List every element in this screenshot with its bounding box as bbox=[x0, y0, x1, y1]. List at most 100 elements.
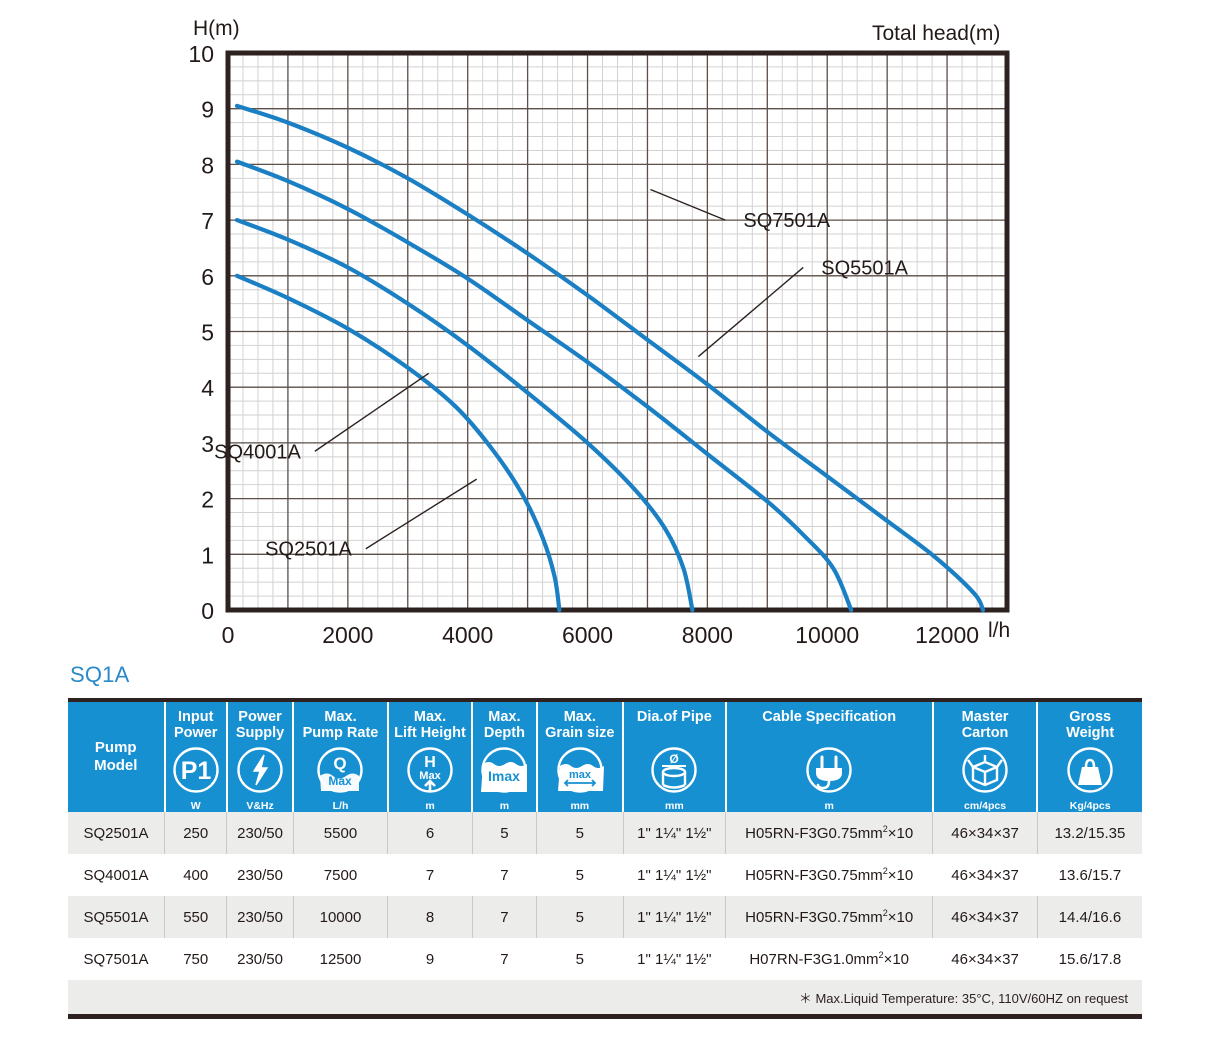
header-text: Max. Depth bbox=[473, 702, 535, 745]
q-max-flow-icon: Q Max bbox=[294, 745, 387, 802]
cell-max-lift-height: 6 bbox=[387, 812, 473, 855]
table-header: Pump Model Input Power P1 W Power Supply V&Hz M… bbox=[68, 702, 1142, 813]
leader-SQ7501A bbox=[650, 188, 726, 221]
cell-power-supply: 230/50 bbox=[226, 938, 294, 981]
cell-max-depth: 5 bbox=[471, 812, 537, 855]
header-unit: mm bbox=[570, 800, 590, 813]
svg-text:Q: Q bbox=[334, 754, 347, 773]
table-row: SQ7501A 750 230/50 12500 9 7 5 1" 1¼" 1½" H07RN-… bbox=[68, 938, 1142, 981]
header-unit: cm/4pcs bbox=[964, 800, 1007, 813]
cell-max-pump-rate: 10000 bbox=[292, 896, 388, 939]
header-line2: Depth bbox=[483, 725, 525, 742]
cell-model: SQ2501A bbox=[68, 812, 165, 855]
table-row: SQ2501A 250 230/50 5500 6 5 5 1" 1¼" 1½" H05RN-F… bbox=[68, 812, 1142, 855]
header-line1: Max. bbox=[413, 709, 447, 725]
cable-spec-suffix: ×10 bbox=[887, 867, 914, 885]
cell-gross-weight: 13.6/15.7 bbox=[1037, 854, 1142, 897]
power-plug-icon bbox=[727, 745, 932, 802]
header-unit: V&Hz bbox=[246, 800, 274, 813]
cell-power-supply: 230/50 bbox=[226, 896, 294, 939]
table-bottom-rule bbox=[68, 1014, 1142, 1020]
cell-max-lift-height: 8 bbox=[387, 896, 473, 939]
datasheet-page: 0 1 2 3 4 5 6 7 8 9 10 0 2000 4000 6000 8000 10000 12000 … bbox=[0, 0, 1209, 1040]
header-unit: Kg/4pcs bbox=[1069, 800, 1111, 813]
pipe-diameter-icon: Ø bbox=[624, 745, 725, 802]
cell-input-power: 550 bbox=[164, 896, 227, 939]
table-row: SQ4001A 400 230/50 7500 7 7 5 1" 1¼" 1½" H05RN-F… bbox=[68, 854, 1142, 897]
specification-table-block: SQ1A Pump Model Input Power P1 W Power Supply … bbox=[68, 662, 1142, 1020]
y-tick-4: 4 bbox=[201, 375, 214, 401]
header-text: Power Supply bbox=[228, 702, 292, 745]
cell-power-supply: 230/50 bbox=[226, 854, 294, 897]
cable-spec-suffix: ×10 bbox=[883, 951, 910, 969]
header-line1: Dia.of Pipe bbox=[636, 709, 712, 725]
cell-input-power: 400 bbox=[164, 854, 227, 897]
header-text: Master Carton bbox=[934, 702, 1037, 745]
svg-text:H: H bbox=[424, 754, 436, 771]
cell-cable-spec: H05RN-F3G0.75mm2×10 bbox=[725, 812, 933, 855]
x-tick-4000: 4000 bbox=[442, 622, 493, 648]
y-tick-2: 2 bbox=[201, 487, 214, 513]
header-line1: Power bbox=[238, 709, 282, 725]
cell-max-grain-size: 5 bbox=[536, 938, 624, 981]
header-unit: L/h bbox=[332, 800, 349, 813]
weight-icon bbox=[1038, 745, 1142, 802]
cell-max-grain-size: 5 bbox=[536, 812, 624, 855]
table-header-cell-dia-of-pipe: Dia.of Pipe Ø mm bbox=[622, 702, 726, 813]
svg-text:P1: P1 bbox=[180, 757, 211, 785]
header-line1: Input bbox=[177, 709, 214, 725]
specification-table: Pump Model Input Power P1 W Power Supply V&Hz M… bbox=[68, 702, 1142, 1015]
curve-label-SQ7501A: SQ7501A bbox=[743, 210, 830, 232]
cell-master-carton: 46×34×37 bbox=[932, 854, 1038, 897]
header-line2: Pump Rate bbox=[302, 725, 379, 742]
y-tick-10: 10 bbox=[188, 41, 214, 67]
h-max-lift-icon: H Max bbox=[389, 745, 471, 802]
y-tick-7: 7 bbox=[201, 208, 214, 234]
y-axis-title: H(m) bbox=[193, 17, 240, 40]
cell-max-grain-size: 5 bbox=[536, 854, 624, 897]
table-header-cell-input: Input Power P1 W bbox=[163, 702, 227, 813]
cell-max-depth: 7 bbox=[472, 938, 537, 981]
svg-text:max: max bbox=[569, 769, 592, 781]
cell-gross-weight: 14.4/16.6 bbox=[1036, 896, 1142, 939]
cell-max-grain-size: 5 bbox=[536, 896, 624, 939]
cell-dia-of-pipe: 1" 1¼" 1½" bbox=[622, 896, 726, 939]
header-line2: Power bbox=[173, 725, 218, 742]
cell-master-carton: 46×34×37 bbox=[932, 938, 1038, 981]
table-header-cell-power: Power Supply V&Hz bbox=[225, 702, 294, 813]
p1-power-icon: P1 bbox=[166, 745, 226, 802]
svg-text:Imax: Imax bbox=[488, 768, 520, 784]
leader-lines bbox=[314, 188, 804, 550]
performance-chart-svg: 0123456789100 2000 4000 6000 8000 10000 12000 … bbox=[188, 17, 1010, 648]
cell-cable-spec: H07RN-F3G1.0mm2×10 bbox=[725, 938, 933, 981]
curve-SQ7501A bbox=[234, 103, 986, 613]
header-unit: W bbox=[190, 800, 201, 813]
y-tick-6: 6 bbox=[201, 264, 214, 290]
y-tick-3: 3 bbox=[201, 431, 214, 457]
cell-input-power: 250 bbox=[164, 812, 227, 855]
table-footnote-row: ＊ Max.Liquid Temperature: 35°C, 110V/60H… bbox=[68, 980, 1142, 1015]
table-header-cell-pump: Pump Model bbox=[68, 702, 165, 813]
curve-label-SQ4001A: SQ4001A bbox=[214, 441, 301, 463]
header-unit: m bbox=[824, 800, 834, 813]
cable-spec-prefix: H05RN-F3G0.75mm bbox=[745, 825, 883, 843]
header-line2-spacer bbox=[729, 725, 930, 741]
cell-max-depth: 7 bbox=[471, 896, 537, 939]
header-unit: m bbox=[499, 800, 510, 813]
cell-dia-of-pipe: 1" 1¼" 1½" bbox=[623, 938, 726, 981]
x-axis-title: l/h bbox=[988, 619, 1010, 642]
header-unit: mm bbox=[664, 800, 684, 813]
lightning-bolt-icon bbox=[228, 745, 292, 802]
cell-max-pump-rate: 7500 bbox=[293, 854, 388, 897]
total-head-label: Total head(m) bbox=[872, 22, 1000, 45]
curve-label-SQ2501A: SQ2501A bbox=[265, 539, 352, 561]
x-tick-2000: 2000 bbox=[322, 622, 373, 648]
cable-spec-prefix: H07RN-F3G1.0mm bbox=[749, 951, 879, 969]
header-line1: Max. bbox=[488, 709, 521, 725]
x-tick-12000: 12000 bbox=[915, 622, 979, 648]
leader-SQ2501A bbox=[365, 478, 478, 550]
imax-depth-icon: Imax bbox=[473, 745, 535, 802]
table-header-cell-max-: Max. Pump Rate Q Max L/h bbox=[292, 702, 388, 813]
y-tick-5: 5 bbox=[201, 320, 214, 346]
table-header-cell-max-: Max. Grain size max mm bbox=[535, 702, 624, 813]
